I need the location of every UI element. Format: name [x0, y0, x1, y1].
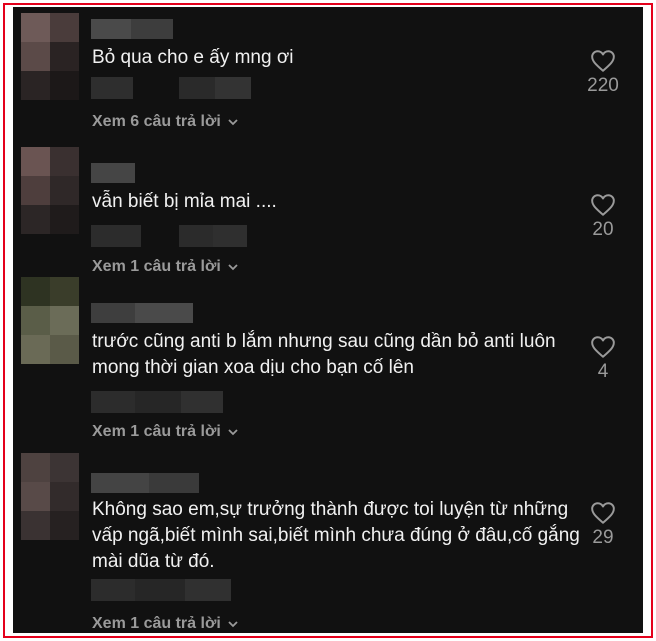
screenshot-frame: Bỏ qua cho e ấy mng ơi Xem 6 câu trả lời…	[3, 3, 653, 638]
view-replies-label: Xem 1 câu trả lời	[92, 615, 221, 632]
chevron-down-icon	[228, 119, 238, 126]
comment-meta-blurred	[91, 77, 251, 99]
heart-outline-icon	[591, 336, 615, 358]
like-count: 4	[597, 361, 609, 382]
heart-outline-icon	[591, 194, 615, 216]
comment-text: Không sao em,sự trưởng thành được toi lu…	[92, 499, 580, 572]
comment-meta-blurred	[91, 225, 247, 247]
comment-list[interactable]: Bỏ qua cho e ấy mng ơi Xem 6 câu trả lời…	[13, 7, 643, 633]
view-replies-label: Xem 1 câu trả lời	[92, 258, 221, 275]
comment-text: trước cũng anti b lắm nhưng sau cũng dần…	[92, 331, 556, 378]
view-replies-button[interactable]: Xem 1 câu trả lời	[92, 615, 239, 633]
like-count: 220	[587, 75, 619, 96]
username-blurred[interactable]	[91, 163, 135, 183]
username-blurred[interactable]	[91, 303, 193, 323]
like-button[interactable]: 220	[573, 49, 633, 97]
like-button[interactable]: 20	[573, 193, 633, 241]
comment-text: vẫn biết bị mỉa mai ....	[92, 191, 277, 212]
avatar[interactable]	[21, 453, 79, 541]
view-replies-button[interactable]: Xem 1 câu trả lời	[92, 423, 239, 441]
chevron-down-icon	[228, 264, 238, 271]
view-replies-button[interactable]: Xem 1 câu trả lời	[92, 258, 239, 276]
chevron-down-icon	[228, 621, 238, 628]
username-blurred[interactable]	[91, 473, 199, 493]
like-count: 29	[592, 527, 614, 548]
comment-meta-blurred	[91, 391, 223, 413]
comment-meta-blurred	[91, 579, 231, 601]
chevron-down-icon	[228, 429, 238, 436]
heart-outline-icon	[591, 50, 615, 72]
heart-outline-icon	[591, 502, 615, 524]
like-count: 20	[592, 219, 614, 240]
like-button[interactable]: 4	[573, 335, 633, 383]
avatar[interactable]	[21, 147, 79, 235]
view-replies-label: Xem 1 câu trả lời	[92, 423, 221, 440]
like-button[interactable]: 29	[573, 501, 633, 549]
comment-text: Bỏ qua cho e ấy mng ơi	[92, 47, 294, 68]
view-replies-button[interactable]: Xem 6 câu trả lời	[92, 113, 239, 131]
view-replies-label: Xem 6 câu trả lời	[92, 113, 221, 130]
avatar[interactable]	[21, 13, 79, 101]
username-blurred[interactable]	[91, 19, 173, 39]
avatar[interactable]	[21, 277, 79, 365]
